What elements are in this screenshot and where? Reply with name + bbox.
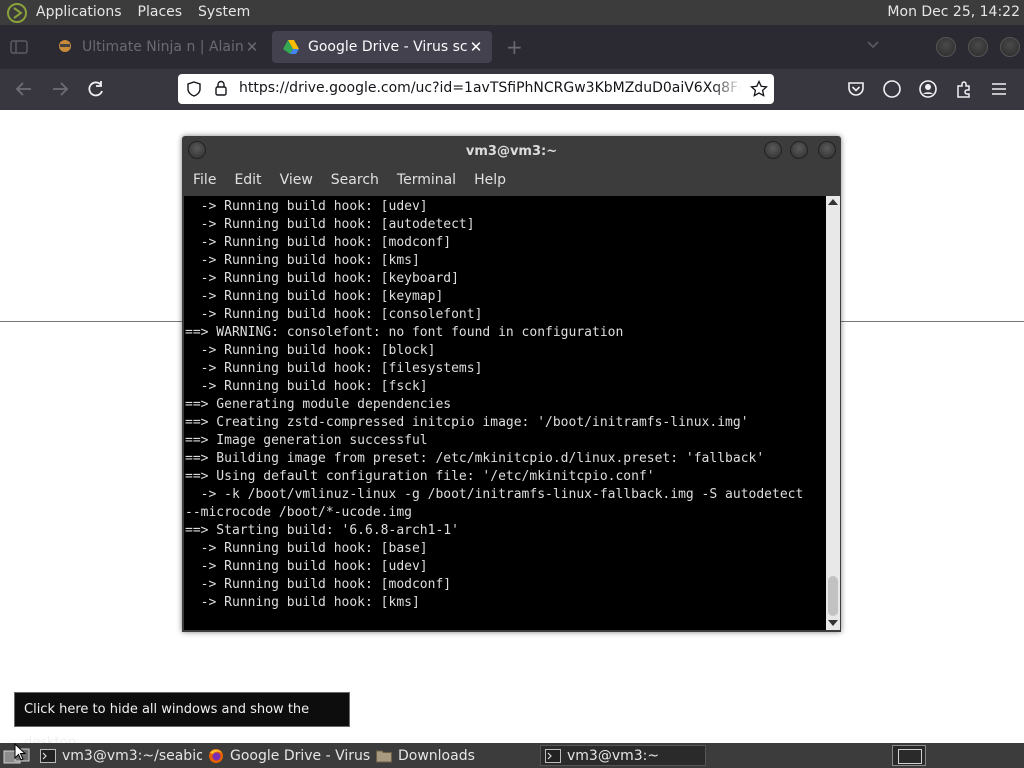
minimize-window-button[interactable] xyxy=(936,37,956,57)
hamburger-menu-icon[interactable] xyxy=(990,80,1008,98)
workspace-switcher[interactable] xyxy=(892,745,926,766)
terminal-scrollbar[interactable] xyxy=(826,196,840,630)
terminal-line: -> Running build hook: [modconf] xyxy=(185,577,452,592)
url-text[interactable]: https://drive.google.com/uc?id=1avTSfiPh… xyxy=(239,80,742,96)
task-label: Google Drive - Virus... xyxy=(230,747,370,764)
terminal-line: -> Running build hook: [kms] xyxy=(185,595,420,610)
menu-edit[interactable]: Edit xyxy=(234,168,261,194)
terminal-line: ==> Image generation successful xyxy=(185,433,428,448)
terminal-line: -> Running build hook: [udev] xyxy=(185,199,428,214)
folder-icon xyxy=(376,750,392,762)
menu-terminal[interactable]: Terminal xyxy=(397,168,456,194)
ninja-favicon-icon xyxy=(59,40,71,52)
menu-help[interactable]: Help xyxy=(474,168,506,194)
url-bar[interactable]: https://drive.google.com/uc?id=1avTSfiPh… xyxy=(178,74,774,104)
pocket-icon[interactable] xyxy=(846,80,866,98)
back-arrow-icon[interactable] xyxy=(14,80,34,98)
task-label: Downloads xyxy=(398,747,475,764)
minimize-button[interactable] xyxy=(764,141,782,159)
google-drive-icon xyxy=(283,40,299,54)
forward-arrow-icon[interactable] xyxy=(50,80,70,98)
terminal-line: ==> Creating zstd-compressed initcpio im… xyxy=(185,415,749,430)
terminal-titlebar[interactable]: vm3@vm3:~ xyxy=(182,136,841,166)
terminal-line: -> Running build hook: [keyboard] xyxy=(185,271,459,286)
terminal-lines: -> Running build hook: [udev] -> Running… xyxy=(184,196,826,612)
new-tab-plus-icon[interactable]: + xyxy=(506,37,523,57)
chevron-down-icon[interactable] xyxy=(866,39,880,49)
terminal-line: --microcode /boot/*-ucode.img xyxy=(185,505,412,520)
system-menu[interactable]: System xyxy=(190,0,258,25)
maximize-window-button[interactable] xyxy=(968,37,988,57)
firefox-icon xyxy=(209,748,223,763)
terminal-line: -> Running build hook: [kms] xyxy=(185,253,420,268)
close-window-button[interactable] xyxy=(1000,37,1020,57)
terminal-line: -> -k /boot/vmlinuz-linux -g /boot/initr… xyxy=(185,487,804,502)
close-button[interactable] xyxy=(818,141,836,159)
terminal-line: -> Running build hook: [autodetect] xyxy=(185,217,475,232)
account-circle-icon[interactable] xyxy=(882,80,902,100)
sidebar-icon[interactable] xyxy=(10,40,28,54)
terminal-line: ==> Generating module dependencies xyxy=(185,397,452,412)
terminal-line: -> Running build hook: [filesystems] xyxy=(185,361,483,376)
terminal-line: -> Running build hook: [consolefont] xyxy=(185,307,483,322)
maximize-button[interactable] xyxy=(790,141,808,159)
close-icon[interactable]: ✕ xyxy=(244,38,260,56)
tab-label: Ultimate Ninja n | Alain J xyxy=(82,39,244,55)
shield-icon[interactable] xyxy=(187,81,201,97)
scroll-down-arrow-icon[interactable] xyxy=(828,620,838,626)
places-menu[interactable]: Places xyxy=(130,0,191,25)
terminal-icon xyxy=(40,748,56,763)
task-downloads[interactable]: Downloads xyxy=(372,745,538,766)
applications-menu[interactable]: Applications xyxy=(28,0,130,25)
profile-icon[interactable] xyxy=(918,80,938,100)
close-icon[interactable]: ✕ xyxy=(468,38,484,56)
menu-search[interactable]: Search xyxy=(331,168,379,194)
terminal-line: -> Running build hook: [fsck] xyxy=(185,379,428,394)
terminal-window[interactable]: vm3@vm3:~ File Edit View Search Terminal… xyxy=(182,136,841,632)
menu-file[interactable]: File xyxy=(193,168,216,194)
terminal-line: ==> Using default configuration file: '/… xyxy=(185,469,655,484)
terminal-line: -> Running build hook: [keymap] xyxy=(185,289,444,304)
scroll-up-arrow-icon[interactable] xyxy=(828,199,838,205)
terminal-line: ==> WARNING: consolefont: no font found … xyxy=(185,325,624,340)
extensions-puzzle-icon[interactable] xyxy=(954,80,974,100)
terminal-line: -> Running build hook: [base] xyxy=(185,541,428,556)
terminal-line: -> Running build hook: [udev] xyxy=(185,559,428,574)
scrollbar-thumb[interactable] xyxy=(828,576,838,616)
menu-view[interactable]: View xyxy=(280,168,313,194)
distro-logo-icon[interactable] xyxy=(6,2,28,24)
task-google-drive[interactable]: Google Drive - Virus... xyxy=(204,745,370,766)
task-terminal-seabios[interactable]: vm3@vm3:~/seabio... xyxy=(36,745,202,766)
task-terminal-home[interactable]: vm3@vm3:~ xyxy=(540,745,706,766)
terminal-line: ==> Starting build: '6.6.8-arch1-1' xyxy=(185,523,459,538)
terminal-line: -> Running build hook: [block] xyxy=(185,343,436,358)
bottom-taskbar: vm3@vm3:~/seabio... Google Drive - Virus… xyxy=(0,743,1024,768)
task-label: vm3@vm3:~ xyxy=(567,747,660,764)
bookmark-star-icon[interactable] xyxy=(750,80,768,98)
tab-ultimate-ninja[interactable]: Ultimate Ninja n | Alain J ✕ xyxy=(46,31,268,63)
reload-icon[interactable] xyxy=(86,80,106,98)
workspace-1[interactable] xyxy=(898,749,922,764)
terminal-line: ==> Building image from preset: /etc/mki… xyxy=(185,451,765,466)
show-desktop-tooltip: Click here to hide all windows and show … xyxy=(14,692,350,750)
lock-icon[interactable] xyxy=(214,80,228,97)
terminal-output[interactable]: -> Running build hook: [udev] -> Running… xyxy=(184,196,826,630)
tab-strip: Ultimate Ninja n | Alain J ✕ Google Driv… xyxy=(0,25,1024,69)
task-label: vm3@vm3:~/seabio... xyxy=(62,747,202,764)
tab-google-drive[interactable]: Google Drive - Virus scan wa ✕ xyxy=(272,31,492,63)
top-panel: Applications Places System Mon Dec 25, 1… xyxy=(0,0,1024,25)
terminal-icon xyxy=(545,748,561,763)
mouse-pointer-icon xyxy=(14,743,26,761)
clock[interactable]: Mon Dec 25, 14:22 xyxy=(887,0,1020,25)
terminal-menubar: File Edit View Search Terminal Help xyxy=(182,168,841,194)
terminal-title: vm3@vm3:~ xyxy=(465,144,558,159)
tab-label: Google Drive - Virus scan wa xyxy=(308,39,468,55)
terminal-line: -> Running build hook: [modconf] xyxy=(185,235,452,250)
